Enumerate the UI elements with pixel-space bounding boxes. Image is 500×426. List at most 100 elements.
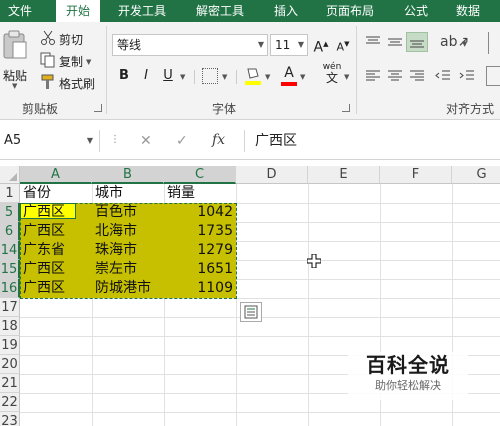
phonetic-dropdown-icon[interactable]: ▼ — [344, 73, 349, 81]
underline-button[interactable]: U — [158, 66, 178, 86]
row-header[interactable]: 18 — [0, 317, 20, 336]
tab-developer[interactable]: 开发工具 — [118, 0, 172, 22]
select-all-corner[interactable] — [0, 166, 20, 184]
column-header-g[interactable]: G — [452, 166, 500, 184]
fill-color-dropdown-icon[interactable]: ▼ — [265, 73, 270, 81]
row-header[interactable]: 17 — [0, 298, 20, 317]
font-launcher-icon[interactable] — [342, 104, 350, 112]
cell-city[interactable]: 百色市 — [92, 203, 164, 222]
italic-button[interactable]: I — [136, 66, 156, 86]
cancel-entry-icon[interactable]: ✕ — [140, 133, 152, 149]
format-painter-label: 格式刷 — [59, 77, 96, 91]
clipboard-launcher-icon[interactable] — [94, 104, 102, 112]
name-box[interactable]: A5 ▼ — [0, 130, 100, 152]
tab-file[interactable]: 文件 — [8, 0, 38, 22]
alignment-group-label: 对齐方式 — [446, 102, 495, 116]
column-header-a[interactable]: A — [20, 166, 92, 184]
ribbon-tab-bar: 文件 开始 开发工具 解密工具 插入 页面布局 公式 数据 — [0, 0, 500, 22]
row-header[interactable]: 21 — [0, 374, 20, 393]
row-header[interactable]: 20 — [0, 355, 20, 374]
tab-data[interactable]: 数据 — [456, 0, 486, 22]
phonetic-char: 文 — [325, 71, 338, 85]
row-header[interactable]: 1 — [0, 184, 20, 203]
align-center-icon[interactable] — [386, 68, 404, 87]
cell-sales[interactable]: 1735 — [164, 222, 236, 241]
bold-button[interactable]: B — [114, 66, 134, 86]
decrease-indent-icon[interactable] — [434, 68, 452, 87]
orientation-dropdown-icon[interactable]: ▼ — [462, 40, 467, 48]
insert-function-button[interactable]: fx — [212, 132, 225, 148]
copy-button[interactable]: 复制 ▼ — [40, 52, 91, 71]
font-size-select[interactable]: 11 ▼ — [270, 34, 308, 56]
cell-city[interactable]: 北海市 — [92, 222, 164, 241]
formula-input[interactable]: 广西区 — [244, 130, 500, 152]
row-header[interactable]: 15 — [0, 260, 20, 279]
cell-city[interactable]: 珠海市 — [92, 241, 164, 260]
paste-button[interactable]: 粘贴 — [2, 30, 28, 84]
cell-province[interactable]: 广东省 — [20, 241, 92, 260]
tab-decrypt-tools[interactable]: 解密工具 — [196, 0, 250, 22]
paste-dropdown-icon[interactable]: ▼ — [12, 82, 17, 90]
font-color-button[interactable]: A — [280, 65, 298, 87]
cell-sales[interactable]: 1109 — [164, 279, 236, 298]
column-header-d[interactable]: D — [236, 166, 308, 184]
underline-dropdown-icon[interactable]: ▼ — [180, 73, 185, 81]
chevron-down-icon: ▼ — [257, 40, 264, 49]
font-name-select[interactable]: 等线 ▼ — [112, 34, 268, 56]
tab-insert[interactable]: 插入 — [274, 0, 304, 22]
merge-center-icon[interactable] — [486, 66, 500, 86]
fill-color-button[interactable] — [244, 66, 262, 89]
cell-province[interactable]: 广西区 — [20, 260, 92, 279]
cell-c1[interactable]: 销量 — [164, 184, 236, 203]
cell-b1[interactable]: 城市 — [92, 184, 164, 203]
borders-dropdown-icon[interactable]: ▼ — [222, 73, 227, 81]
copy-dropdown-icon[interactable]: ▼ — [86, 58, 91, 66]
phonetic-button[interactable]: wén 文 — [320, 62, 344, 84]
grid-line — [308, 184, 309, 426]
column-header-f[interactable]: F — [380, 166, 452, 184]
paintbrush-icon — [40, 74, 56, 93]
cell-sales[interactable]: 1042 — [164, 203, 236, 222]
copy-label: 复制 — [59, 55, 84, 69]
row-header[interactable]: 16 — [0, 279, 20, 298]
row-header[interactable]: 23 — [0, 412, 20, 426]
grid-line — [20, 412, 500, 413]
column-header-b[interactable]: B — [92, 166, 164, 184]
grow-font-button[interactable]: A▲ — [311, 34, 331, 56]
shrink-font-button[interactable]: A▼ — [333, 34, 353, 54]
row-header[interactable]: 19 — [0, 336, 20, 355]
row-header[interactable]: 6 — [0, 222, 20, 241]
align-top-icon[interactable] — [364, 34, 382, 53]
cell-city[interactable]: 防城港市 — [92, 279, 164, 298]
cell-province[interactable]: 广西区 — [20, 222, 92, 241]
tab-home[interactable]: 开始 — [56, 0, 100, 22]
copy-icon — [40, 52, 56, 71]
column-header-c[interactable]: C — [164, 166, 236, 184]
row-header[interactable]: 14 — [0, 241, 20, 260]
cell-city[interactable]: 崇左市 — [92, 260, 164, 279]
align-right-icon[interactable] — [408, 68, 426, 87]
row-header[interactable]: 22 — [0, 393, 20, 412]
cell-sales[interactable]: 1651 — [164, 260, 236, 279]
format-painter-button[interactable]: 格式刷 — [40, 74, 95, 93]
cut-button[interactable]: 剪切 — [40, 30, 83, 49]
cell-province[interactable]: 广西区 — [20, 279, 92, 298]
font-color-dropdown-icon[interactable]: ▼ — [300, 73, 305, 81]
align-bottom-button[interactable] — [406, 32, 428, 52]
wrap-text-icon[interactable] — [488, 32, 500, 54]
tab-page-layout[interactable]: 页面布局 — [326, 0, 380, 22]
cell-a1[interactable]: 省份 — [20, 184, 92, 203]
row-header[interactable]: 5 — [0, 203, 20, 222]
borders-icon[interactable] — [202, 68, 218, 84]
cell-province[interactable]: 广西区 — [20, 203, 92, 222]
confirm-entry-icon[interactable]: ✓ — [176, 133, 188, 149]
grid-line — [20, 336, 500, 337]
group-divider — [356, 26, 357, 114]
cell-sales[interactable]: 1279 — [164, 241, 236, 260]
column-header-e[interactable]: E — [308, 166, 380, 184]
increase-indent-icon[interactable] — [458, 68, 476, 87]
quick-analysis-button[interactable] — [240, 302, 262, 322]
align-middle-icon[interactable] — [386, 34, 404, 53]
align-left-icon[interactable] — [364, 68, 382, 87]
tab-formulas[interactable]: 公式 — [404, 0, 434, 22]
